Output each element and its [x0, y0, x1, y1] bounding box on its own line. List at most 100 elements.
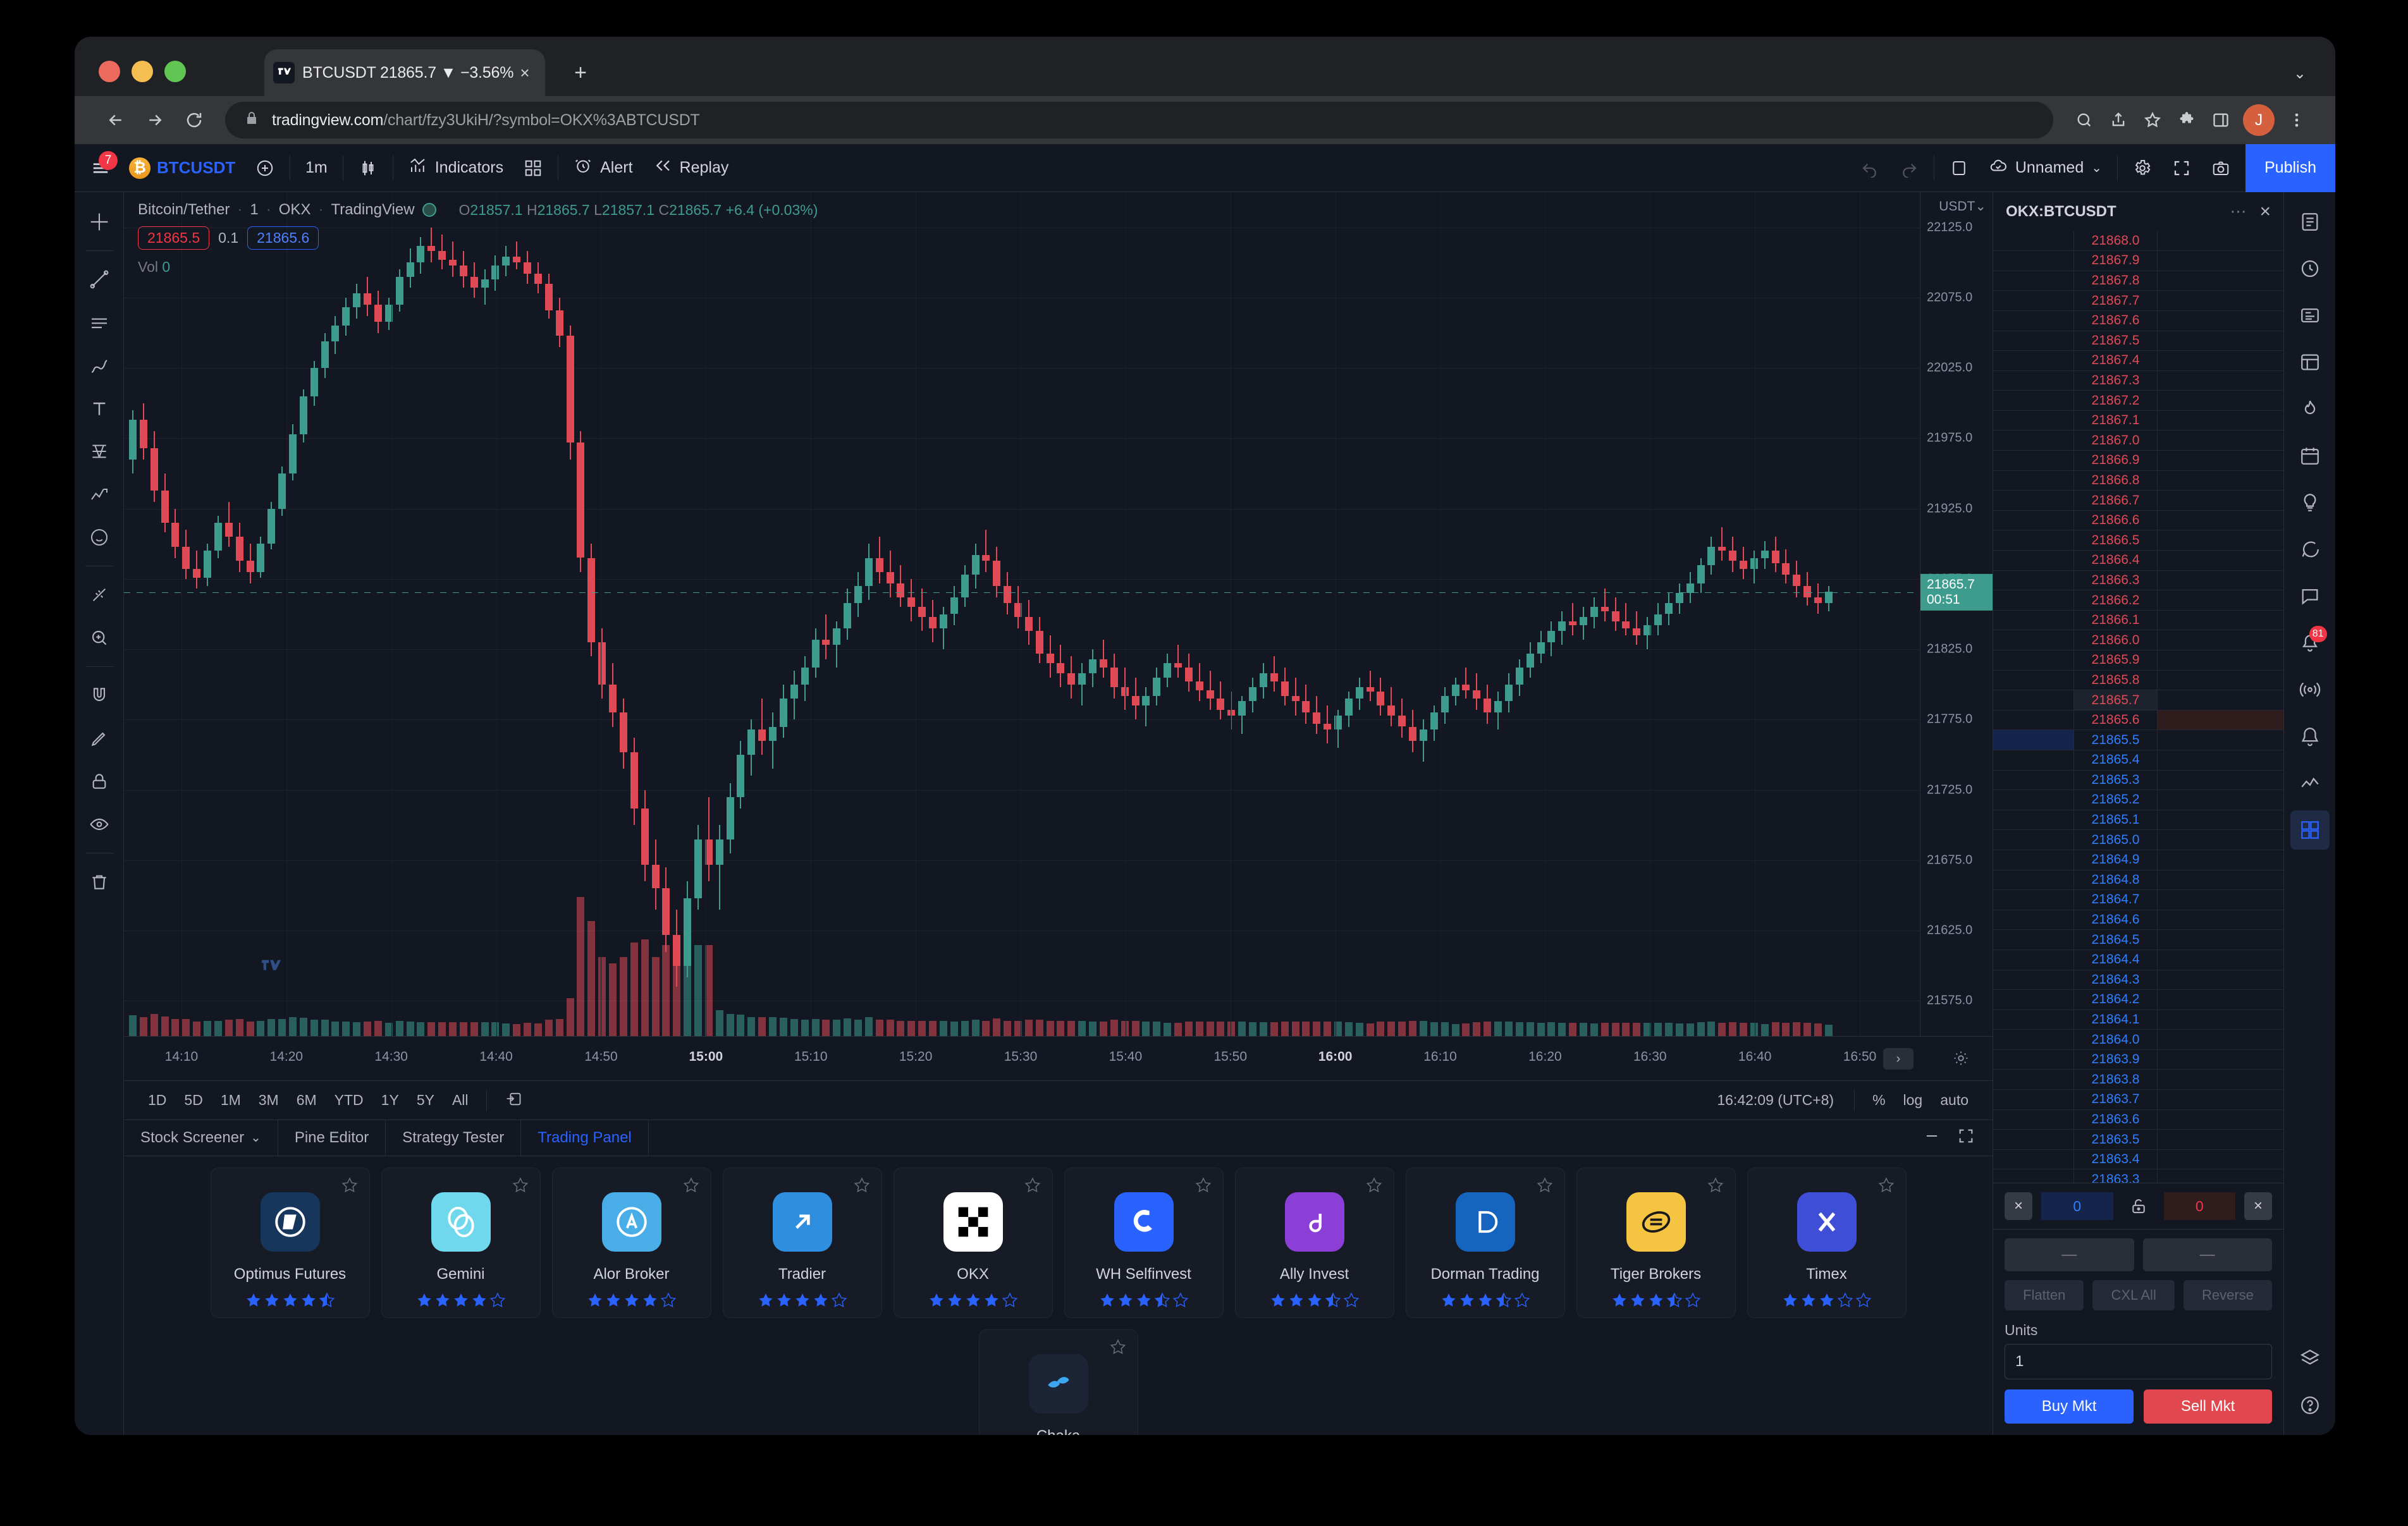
- dom-row[interactable]: 21865.7: [1993, 690, 2283, 711]
- broker-card[interactable]: OKX: [893, 1167, 1053, 1318]
- object-tree-icon[interactable]: [2290, 1339, 2330, 1378]
- dom-row[interactable]: 21863.7: [1993, 1090, 2283, 1110]
- bid-price[interactable]: 21865.5: [138, 226, 210, 250]
- dom-ask-cell[interactable]: [2158, 890, 2283, 910]
- dom-price-cell[interactable]: 21867.0: [2074, 430, 2158, 451]
- dom-ask-cell[interactable]: [2158, 251, 2283, 271]
- dom-ask-cell[interactable]: [2158, 1090, 2283, 1110]
- range-1y[interactable]: 1Y: [372, 1092, 408, 1109]
- tab-pine-editor[interactable]: Pine Editor: [278, 1120, 386, 1156]
- gear-icon[interactable]: [2123, 149, 2162, 188]
- window-minimize-button[interactable]: [132, 61, 153, 82]
- dom-row[interactable]: 21866.3: [1993, 570, 2283, 591]
- minimize-icon[interactable]: [1923, 1127, 1941, 1148]
- dom-ask-cell[interactable]: [2158, 1030, 2283, 1050]
- dom-ask-cell[interactable]: [2158, 1130, 2283, 1150]
- dom-row[interactable]: 21867.8: [1993, 271, 2283, 291]
- dom-price-cell[interactable]: 21865.4: [2074, 750, 2158, 771]
- dom-price-cell[interactable]: 21867.6: [2074, 310, 2158, 331]
- range-3m[interactable]: 3M: [250, 1092, 288, 1109]
- long-quantity[interactable]: 0: [2041, 1192, 2113, 1220]
- dom-bid-cell[interactable]: [1993, 870, 2074, 891]
- dom-ask-cell[interactable]: [2158, 910, 2283, 931]
- browser-tab[interactable]: BTCUSDT 21865.7 ▼ −3.56% U ×: [264, 49, 545, 96]
- dom-bid-cell[interactable]: [1993, 710, 2074, 731]
- forecast-icon[interactable]: [81, 476, 118, 513]
- dom-bid-cell[interactable]: [1993, 410, 2074, 431]
- dom-bid-cell[interactable]: [1993, 510, 2074, 531]
- ideas-bulb-icon[interactable]: [2290, 483, 2330, 522]
- dom-price-cell[interactable]: 21865.3: [2074, 770, 2158, 791]
- dom-row[interactable]: 21867.0: [1993, 430, 2283, 451]
- star-outline-icon[interactable]: [1878, 1177, 1895, 1196]
- dom-row[interactable]: 21863.3: [1993, 1169, 2283, 1183]
- broker-card[interactable]: Ally Invest: [1234, 1167, 1394, 1318]
- data-window-icon[interactable]: [2290, 343, 2330, 382]
- star-outline-icon[interactable]: [341, 1177, 358, 1196]
- dom-row[interactable]: 21864.6: [1993, 910, 2283, 931]
- dom-ask-cell[interactable]: [2158, 1010, 2283, 1030]
- broker-card[interactable]: Timex: [1747, 1167, 1907, 1318]
- maximize-icon[interactable]: [1957, 1127, 1975, 1148]
- dom-row[interactable]: 21863.8: [1993, 1070, 2283, 1090]
- dom-price-cell[interactable]: 21867.5: [2074, 331, 2158, 351]
- emoji-sticker-icon[interactable]: [81, 519, 118, 556]
- hamburger-menu-icon[interactable]: 7: [81, 149, 119, 188]
- publish-button[interactable]: Publish: [2245, 143, 2335, 192]
- tab-stock-screener[interactable]: Stock Screener ⌄: [124, 1120, 278, 1156]
- extensions-puzzle-icon[interactable]: [2170, 103, 2204, 137]
- broker-card[interactable]: WH Selfinvest: [1064, 1167, 1224, 1318]
- dom-price-cell[interactable]: 21864.5: [2074, 930, 2158, 950]
- dom-ask-cell[interactable]: [2158, 351, 2283, 371]
- horizontal-line-icon[interactable]: [81, 304, 118, 341]
- dom-ask-cell[interactable]: [2158, 730, 2283, 750]
- dom-bid-cell[interactable]: [1993, 750, 2074, 771]
- dom-price-cell[interactable]: 21868.0: [2074, 231, 2158, 252]
- jump-to-realtime-icon[interactable]: ›: [1883, 1048, 1914, 1070]
- dom-ask-cell[interactable]: [2158, 710, 2283, 731]
- dom-ask-cell[interactable]: [2158, 930, 2283, 950]
- dom-bid-cell[interactable]: [1993, 990, 2074, 1010]
- dom-ask-cell[interactable]: [2158, 331, 2283, 351]
- dom-price-cell[interactable]: 21867.3: [2074, 370, 2158, 391]
- dom-row[interactable]: 21867.4: [1993, 351, 2283, 371]
- tab-trading-panel[interactable]: Trading Panel: [521, 1120, 649, 1156]
- dom-price-cell[interactable]: 21863.6: [2074, 1109, 2158, 1130]
- time-scale[interactable]: › 14:10 14:20 14:30 14:40 14:50 15:00 15:10 15:…: [124, 1036, 1993, 1080]
- dom-bid-cell[interactable]: [1993, 949, 2074, 970]
- dom-price-cell[interactable]: 21864.8: [2074, 870, 2158, 891]
- dom-ask-cell[interactable]: [2158, 411, 2283, 431]
- dom-price-cell[interactable]: 21863.7: [2074, 1090, 2158, 1110]
- zoom-search-icon[interactable]: [2067, 103, 2101, 137]
- dom-row[interactable]: 21865.4: [1993, 750, 2283, 771]
- dom-price-cell[interactable]: 21865.2: [2074, 790, 2158, 810]
- dom-row[interactable]: 21866.5: [1993, 530, 2283, 551]
- dom-ask-cell[interactable]: [2158, 1169, 2283, 1183]
- dom-ask-cell[interactable]: [2158, 990, 2283, 1010]
- chart-layout-button[interactable]: Unnamed ⌄: [1979, 149, 2112, 188]
- window-close-button[interactable]: [99, 61, 120, 82]
- dom-row[interactable]: 21864.9: [1993, 850, 2283, 870]
- alerts-clock-icon[interactable]: [2290, 249, 2330, 288]
- alerts-bell-icon[interactable]: [2290, 717, 2330, 756]
- dom-ask-cell[interactable]: [2158, 611, 2283, 631]
- dom-bid-cell[interactable]: [1993, 291, 2074, 311]
- dom-bid-cell[interactable]: [1993, 850, 2074, 870]
- dom-bid-cell[interactable]: [1993, 551, 2074, 571]
- dom-bid-cell[interactable]: [1993, 351, 2074, 371]
- zoom-in-icon[interactable]: [81, 620, 118, 656]
- dom-price-cell[interactable]: 21864.0: [2074, 1030, 2158, 1050]
- dom-ask-cell[interactable]: [2158, 371, 2283, 391]
- dom-price-cell[interactable]: 21867.7: [2074, 291, 2158, 311]
- star-outline-icon[interactable]: [1707, 1177, 1724, 1196]
- dom-ask-cell[interactable]: [2158, 430, 2283, 451]
- symbol-search-button[interactable]: ₿ BTCUSDT: [119, 149, 245, 188]
- lock-drawings-icon[interactable]: [81, 763, 118, 800]
- dom-bid-cell[interactable]: [1993, 830, 2074, 850]
- log-scale-button[interactable]: log: [1895, 1092, 1932, 1109]
- dom-price-cell[interactable]: 21864.7: [2074, 890, 2158, 910]
- cxl-all-button[interactable]: CXL All: [2092, 1280, 2175, 1310]
- bookmark-star-icon[interactable]: [2135, 103, 2170, 137]
- dom-price-cell[interactable]: 21867.4: [2074, 351, 2158, 371]
- dom-ask-cell[interactable]: [2158, 271, 2283, 291]
